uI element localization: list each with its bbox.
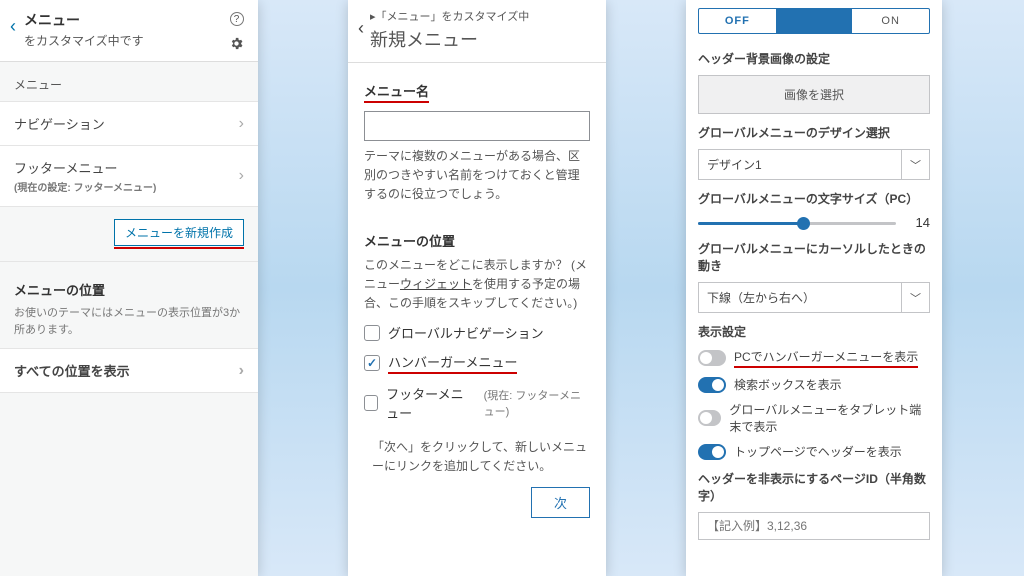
chevron-right-icon: › — [239, 115, 244, 133]
toggle-switch[interactable] — [698, 377, 726, 393]
checkbox-icon — [364, 395, 378, 411]
menu-position-help: このメニューをどこに表示しますか？ (メニューウィジェットを使用する予定の場合、… — [364, 256, 590, 314]
show-all-label: すべての位置を表示 — [14, 361, 130, 380]
panel-subtitle: をカスタマイズ中です — [24, 32, 229, 49]
panel2-header: ‹ ▸「メニュー」をカスタマイズ中 新規メニュー — [348, 0, 606, 63]
checkbox-sublabel: (現在: フッターメニュー) — [484, 387, 590, 419]
fontsize-heading: グローバルメニューの文字サイズ（PC） — [698, 190, 930, 207]
customizer-menu-panel: ‹ メニュー をカスタマイズ中です ? メニュー ナビゲーション › フッターメ… — [0, 0, 258, 576]
hover-select[interactable]: 下線（左から右へ） ﹀ — [698, 282, 930, 313]
select-value: デザイン1 — [699, 150, 901, 179]
menu-item-sublabel: (現在の設定: フッターメニュー) — [14, 179, 156, 194]
position-help: お使いのテーマにはメニューの表示位置が3か所あります。 — [0, 305, 258, 348]
chevron-right-icon: › — [239, 362, 244, 380]
toggle-searchbox[interactable]: 検索ボックスを表示 — [698, 376, 930, 393]
create-menu-button[interactable]: メニューを新規作成 — [114, 219, 244, 246]
checkbox-hamburger[interactable]: ハンバーガーメニュー — [364, 352, 590, 374]
hide-header-input[interactable] — [698, 512, 930, 540]
hide-header-heading: ヘッダーを非表示にするページID（半角数字） — [698, 470, 930, 504]
toggle-tablet-globalmenu[interactable]: グローバルメニューをタブレット端末で表示 — [698, 401, 930, 435]
segment-control[interactable]: OFF ON — [698, 8, 930, 34]
toggle-label: グローバルメニューをタブレット端末で表示 — [729, 401, 930, 435]
header-settings-panel: OFF ON ヘッダー背景画像の設定 画像を選択 グローバルメニューのデザイン選… — [686, 0, 942, 576]
back-button[interactable]: ‹ — [354, 8, 370, 39]
menu-item-label: フッターメニュー — [14, 158, 156, 177]
checkbox-footer[interactable]: フッターメニュー (現在: フッターメニュー) — [364, 384, 590, 422]
help-icon[interactable]: ? — [230, 12, 244, 26]
checkbox-icon — [364, 355, 380, 371]
menus-section-label: メニュー — [0, 62, 258, 101]
checkbox-global-nav[interactable]: グローバルナビゲーション — [364, 323, 590, 342]
design-select[interactable]: デザイン1 ﹀ — [698, 149, 930, 180]
chevron-right-icon: › — [239, 167, 244, 185]
checkbox-label: フッターメニュー — [386, 384, 476, 422]
slider-thumb[interactable] — [797, 217, 810, 230]
display-heading: 表示設定 — [698, 323, 930, 340]
design-heading: グローバルメニューのデザイン選択 — [698, 124, 930, 141]
fontsize-value: 14 — [906, 215, 930, 230]
toggle-switch[interactable] — [698, 410, 721, 426]
menu-name-label: メニュー名 — [364, 81, 429, 103]
segment-on[interactable]: ON — [852, 9, 929, 33]
toggle-label: 検索ボックスを表示 — [734, 376, 842, 393]
position-heading: メニューの位置 — [0, 262, 258, 305]
next-hint: 「次へ」をクリックして、新しいメニューにリンクを追加してください。 — [364, 438, 590, 476]
toggle-switch[interactable] — [698, 350, 726, 366]
toggle-label: PCでハンバーガーメニューを表示 — [734, 348, 918, 368]
checkbox-label: グローバルナビゲーション — [388, 323, 544, 342]
show-all-positions[interactable]: すべての位置を表示 › — [0, 348, 258, 393]
menu-item-label: ナビゲーション — [14, 114, 105, 133]
toggle-toppage-header[interactable]: トップページでヘッダーを表示 — [698, 443, 930, 460]
back-button[interactable]: ‹ — [6, 10, 24, 37]
segment-off[interactable]: OFF — [699, 9, 776, 33]
menu-position-heading: メニューの位置 — [364, 231, 590, 250]
panel-title: 新規メニュー — [370, 26, 594, 52]
new-menu-panel: ‹ ▸「メニュー」をカスタマイズ中 新規メニュー メニュー名 テーマに複数のメニ… — [348, 0, 606, 576]
menu-name-input[interactable] — [364, 111, 590, 141]
toggle-switch[interactable] — [698, 444, 726, 460]
next-button[interactable]: 次 — [531, 487, 590, 518]
panel1-header: ‹ メニュー をカスタマイズ中です ? — [0, 0, 258, 62]
toggle-label: トップページでヘッダーを表示 — [734, 443, 902, 460]
checkbox-icon — [364, 325, 380, 341]
select-value: 下線（左から右へ） — [699, 283, 901, 312]
checkbox-label: ハンバーガーメニュー — [388, 352, 517, 374]
fontsize-slider[interactable] — [698, 216, 896, 230]
toggle-pc-hamburger[interactable]: PCでハンバーガーメニューを表示 — [698, 348, 930, 368]
breadcrumb: ▸「メニュー」をカスタマイズ中 — [370, 8, 594, 24]
menu-name-help: テーマに複数のメニューがある場合、区別のつきやすい名前をつけておくと管理するのに… — [364, 147, 590, 205]
panel-title: メニュー — [24, 10, 229, 30]
gear-icon[interactable] — [229, 36, 244, 51]
widget-link[interactable]: ウィジェット — [400, 277, 472, 291]
menu-item-navigation[interactable]: ナビゲーション › — [0, 101, 258, 146]
chevron-down-icon: ﹀ — [901, 283, 929, 312]
hover-heading: グローバルメニューにカーソルしたときの動き — [698, 240, 930, 274]
menu-item-footer[interactable]: フッターメニュー (現在の設定: フッターメニュー) › — [0, 146, 258, 207]
chevron-down-icon: ﹀ — [901, 150, 929, 179]
select-image-button[interactable]: 画像を選択 — [698, 75, 930, 114]
header-bg-heading: ヘッダー背景画像の設定 — [698, 50, 930, 67]
